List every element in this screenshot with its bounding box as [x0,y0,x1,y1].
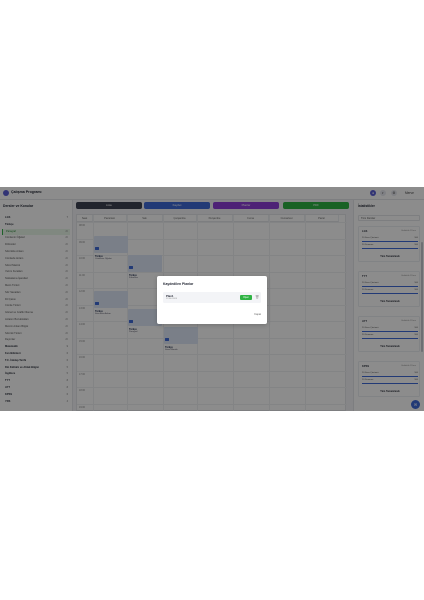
trash-icon[interactable]: 🗑 [255,295,259,300]
saved-plans-modal: Kaydedilen Planlar Plan1 12.06.2024 Open… [157,276,267,324]
close-modal-button[interactable]: Kapat [254,313,261,316]
app-window: Çalışma Programı ● ◐ ⚙ Merve Dersler ve … [0,187,424,411]
open-plan-button[interactable]: Open [240,295,252,300]
plan-date: 12.06.2024 [166,298,177,300]
saved-plan-row: Plan1 12.06.2024 Open 🗑 [163,292,261,303]
modal-title: Kaydedilen Planlar [163,282,194,286]
page-background: Çalışma Programı ● ◐ ⚙ Merve Dersler ve … [0,0,424,600]
